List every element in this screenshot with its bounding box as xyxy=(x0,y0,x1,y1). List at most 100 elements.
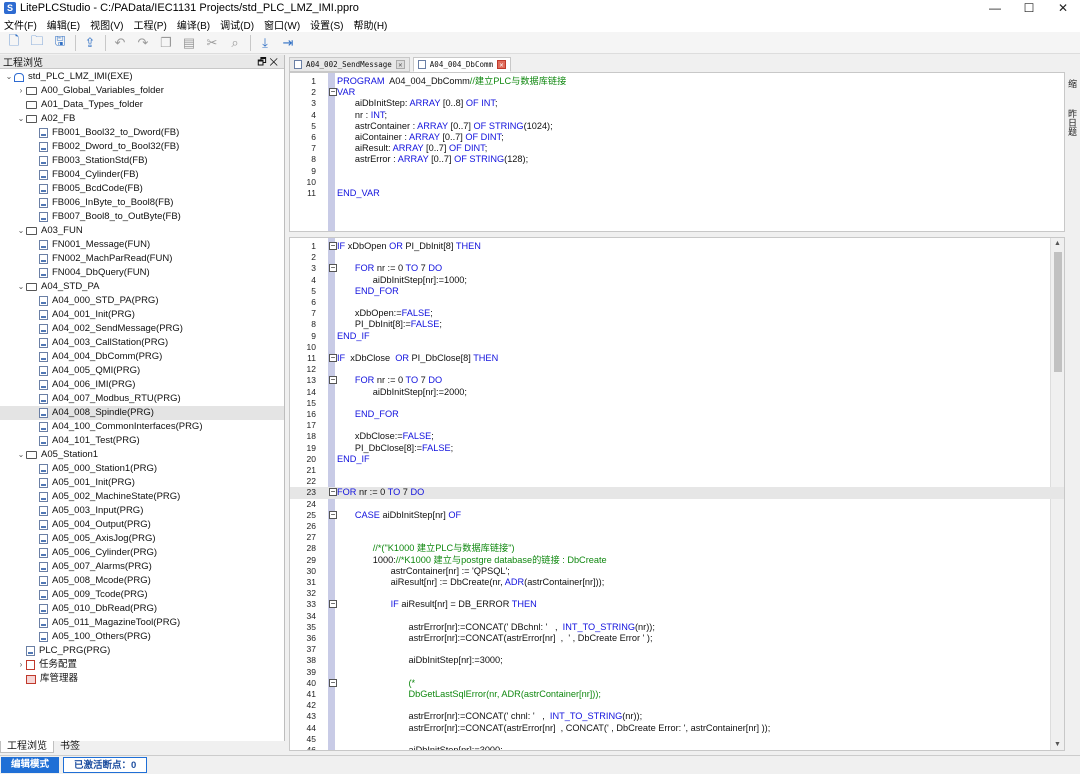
code-line[interactable]: 22 xyxy=(290,476,1064,487)
chevron-down-icon[interactable]: ⌄ xyxy=(16,112,26,126)
tree-item[interactable]: A04_001_Init(PRG) xyxy=(0,308,284,322)
tree-item[interactable]: A05_011_MagazineTool(PRG) xyxy=(0,616,284,630)
tree-item[interactable]: A04_005_QMI(PRG) xyxy=(0,364,284,378)
code-line[interactable]: 8 PI_DbInit[8]:=FALSE; xyxy=(290,319,1064,330)
code-line[interactable]: 5 END_FOR xyxy=(290,286,1064,297)
tab-a04-002-sendmessage[interactable]: A04_002_SendMessage ✕ xyxy=(289,57,410,72)
save-icon[interactable]: 🖫 xyxy=(52,33,68,51)
menu-project[interactable]: 工程(P) xyxy=(133,17,166,32)
tree-item[interactable]: FB002_Dword_to_Bool32(FB) xyxy=(0,140,284,154)
tree-item[interactable]: A04_006_IMI(PRG) xyxy=(0,378,284,392)
tree-item[interactable]: A05_009_Tcode(PRG) xyxy=(0,588,284,602)
tree-item[interactable]: FN004_DbQuery(FUN) xyxy=(0,266,284,280)
code-line[interactable]: 15 xyxy=(290,398,1064,409)
chevron-right-icon[interactable]: › xyxy=(16,84,26,98)
tree-item[interactable]: 库管理器 xyxy=(0,672,284,686)
close-button[interactable]: ✕ xyxy=(1046,0,1080,16)
code-line[interactable]: 34 xyxy=(290,611,1064,622)
collapse-icon[interactable]: − xyxy=(329,678,337,687)
copy-icon[interactable]: ❐ xyxy=(158,35,174,51)
collapse-icon[interactable]: − xyxy=(329,264,337,273)
code-line[interactable]: 24 xyxy=(290,499,1064,510)
tree-item[interactable]: FB006_InByte_to_Bool8(FB) xyxy=(0,196,284,210)
code-line[interactable]: 44 astrError[nr]:=CONCAT(astrError[nr] ,… xyxy=(290,723,1064,734)
menu-edit[interactable]: 编辑(E) xyxy=(47,17,80,32)
tree-item[interactable]: A04_101_Test(PRG) xyxy=(0,434,284,448)
tree-item[interactable]: A04_100_CommonInterfaces(PRG) xyxy=(0,420,284,434)
tree-item[interactable]: A05_007_Alarms(PRG) xyxy=(0,560,284,574)
code-line[interactable]: 3 − FOR nr := 0 TO 7 DO xyxy=(290,263,1064,274)
tree-item[interactable]: A05_003_Input(PRG) xyxy=(0,504,284,518)
code-line[interactable]: 3 aiDbInitStep: ARRAY [0..8] OF INT; xyxy=(290,98,1064,109)
tree-item[interactable]: ⌄ A05_Station1 xyxy=(0,448,284,462)
code-line[interactable]: 4 nr : INT; xyxy=(290,110,1064,121)
chevron-down-icon[interactable]: ⌄ xyxy=(16,224,26,238)
tree-item[interactable]: A04_004_DbComm(PRG) xyxy=(0,350,284,364)
collapse-icon[interactable]: − xyxy=(329,600,337,609)
tree-item[interactable]: A05_004_Output(PRG) xyxy=(0,518,284,532)
code-line[interactable]: 45 xyxy=(290,734,1064,745)
tree-item[interactable]: A04_007_Modbus_RTU(PRG) xyxy=(0,392,284,406)
undo-icon[interactable]: ↶ xyxy=(112,35,128,51)
code-line[interactable]: 36 astrError[nr]:=CONCAT(astrError[nr] ,… xyxy=(290,633,1064,644)
tree-item[interactable]: A04_000_STD_PA(PRG) xyxy=(0,294,284,308)
code-line[interactable]: 20 END_IF xyxy=(290,454,1064,465)
code-line[interactable]: 9 END_IF xyxy=(290,331,1064,342)
collapse-icon[interactable]: − xyxy=(329,88,337,97)
code-line[interactable]: 41 DbGetLastSqlError(nr, ADR(astrContain… xyxy=(290,689,1064,700)
tab-bookmarks[interactable]: 书签 xyxy=(54,741,86,753)
collapse-icon[interactable]: − xyxy=(329,510,337,519)
code-line[interactable]: 19 PI_DbClose[8]:=FALSE; xyxy=(290,443,1064,454)
maximize-button[interactable]: ☐ xyxy=(1012,0,1046,16)
code-line[interactable]: 33 − IF aiResult[nr] = DB_ERROR THEN xyxy=(290,599,1064,610)
tree-item[interactable]: FN001_Message(FUN) xyxy=(0,238,284,252)
tree-item[interactable]: ⌄ A03_FUN xyxy=(0,224,284,238)
code-line[interactable]: 27 xyxy=(290,532,1064,543)
implementation-editor[interactable]: ▲ ▼ 1− IF xDbOpen OR PI_DbInit[8] THEN 2 3−… xyxy=(289,237,1065,751)
code-line[interactable]: 7 xDbOpen:=FALSE; xyxy=(290,308,1064,319)
code-line[interactable]: 11 END_VAR xyxy=(290,188,1064,199)
close-tab-icon[interactable]: ✕ xyxy=(395,60,405,69)
tree-item[interactable]: FB001_Bool32_to_Dword(FB) xyxy=(0,126,284,140)
tree-item[interactable]: FB007_Bool8_to_OutByte(FB) xyxy=(0,210,284,224)
code-line[interactable]: 30 astrContainer[nr] := 'QPSQL'; xyxy=(290,566,1064,577)
paste-icon[interactable]: ▤ xyxy=(181,35,197,51)
code-line[interactable]: 10 xyxy=(290,342,1064,353)
code-line[interactable]: 12 xyxy=(290,364,1064,375)
code-line[interactable]: 1 − IF xDbOpen OR PI_DbInit[8] THEN xyxy=(290,241,1064,252)
menu-help[interactable]: 帮助(H) xyxy=(354,17,388,32)
collapse-icon[interactable]: − xyxy=(329,376,337,385)
code-line[interactable]: 39 xyxy=(290,667,1064,678)
collapse-icon[interactable]: − xyxy=(329,354,337,362)
tree-item[interactable]: A04_002_SendMessage(PRG) xyxy=(0,322,284,336)
tree-item[interactable]: FN002_MachParRead(FUN) xyxy=(0,252,284,266)
tab-a04-004-dbcomm[interactable]: A04_004_DbComm ✕ xyxy=(412,57,512,72)
tree-item[interactable]: › A00_Global_Variables_folder xyxy=(0,84,284,98)
collapse-icon[interactable]: − xyxy=(329,488,337,497)
tree-item[interactable]: ⌄ A04_STD_PA xyxy=(0,280,284,294)
find-icon[interactable]: ⌕ xyxy=(227,35,243,51)
code-line[interactable]: 2 − VAR xyxy=(290,87,1064,98)
menu-file[interactable]: 文件(F) xyxy=(4,17,37,32)
chevron-down-icon[interactable]: ⌄ xyxy=(16,448,26,462)
chevron-down-icon[interactable]: ⌄ xyxy=(16,280,26,294)
tree-item[interactable]: PLC_PRG(PRG) xyxy=(0,644,284,658)
chevron-right-icon[interactable]: › xyxy=(16,658,26,672)
code-line[interactable]: 9 xyxy=(290,166,1064,177)
code-line[interactable]: 11 − IF xDbClose OR PI_DbClose[8] THEN xyxy=(290,353,1064,364)
code-line[interactable]: 10 xyxy=(290,177,1064,188)
menu-window[interactable]: 窗口(W) xyxy=(264,17,300,32)
code-line[interactable]: 14 aiDbInitStep[nr]:=2000; xyxy=(290,387,1064,398)
code-line[interactable]: 28 //*("K1000 建立PLC与数据库链接") xyxy=(290,543,1064,554)
code-line[interactable]: 29 1000://*K1000 建立与postgre database的链接 … xyxy=(290,555,1064,566)
menu-debug[interactable]: 调试(D) xyxy=(220,17,254,32)
code-line[interactable]: 6 aiContainer : ARRAY [0..7] OF DINT; xyxy=(290,132,1064,143)
code-line[interactable]: 38 aiDbInitStep[nr]:=3000; xyxy=(290,655,1064,666)
cut-icon[interactable]: ✂ xyxy=(204,35,220,51)
tree-item[interactable]: FB003_StationStd(FB) xyxy=(0,154,284,168)
code-line[interactable]: 35 astrError[nr]:=CONCAT(' DBchnl: ' , I… xyxy=(290,622,1064,633)
menu-settings[interactable]: 设置(S) xyxy=(310,17,343,32)
tree-item[interactable]: ⌄ A02_FB xyxy=(0,112,284,126)
code-line[interactable]: 2 xyxy=(290,252,1064,263)
minimize-button[interactable]: — xyxy=(978,0,1012,16)
